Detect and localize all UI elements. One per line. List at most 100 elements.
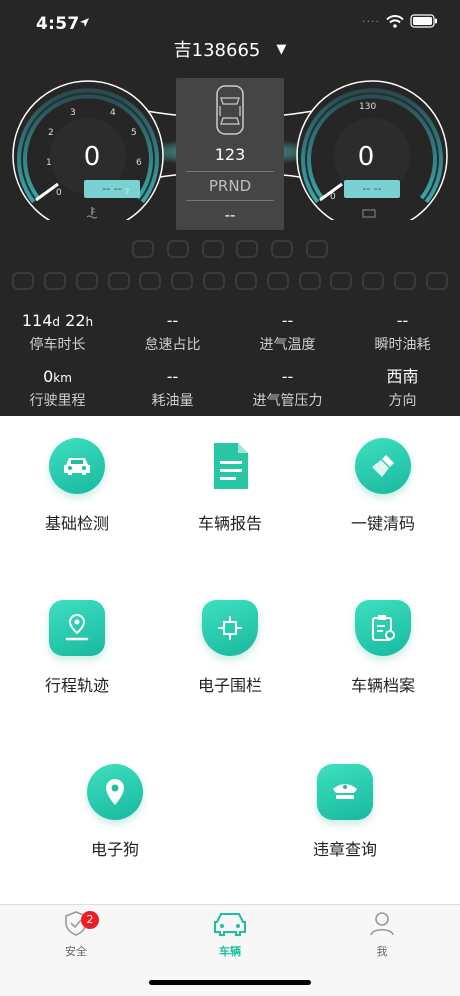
- signal-dots: ····: [362, 14, 380, 28]
- vehicle-selector[interactable]: 吉138665 ▼: [0, 36, 460, 62]
- tick-label: 4: [110, 108, 116, 118]
- tab-me[interactable]: 我: [337, 909, 427, 959]
- feature-trip-track[interactable]: 行程轨迹: [7, 600, 147, 696]
- stat-value: --: [166, 311, 179, 330]
- feature-basic-inspection[interactable]: 基础检测: [7, 438, 147, 534]
- wifi-icon: [386, 14, 404, 28]
- feature-label: 基础检测: [44, 514, 109, 533]
- battery-icon: [410, 14, 437, 28]
- battery-warning-icon: [362, 209, 376, 218]
- tick-label: 6: [136, 158, 142, 168]
- warning-light-icon: [305, 240, 328, 258]
- warning-light-icon: [298, 272, 321, 290]
- warning-light-icon: [171, 272, 194, 290]
- stat-parking-duration: 114d 22h 停车时长: [0, 310, 115, 354]
- stat-value: --: [281, 367, 294, 386]
- brush-icon: [355, 438, 411, 494]
- feature-speed-camera[interactable]: 电子狗: [45, 764, 185, 860]
- speed-gauge-bar: -- --: [84, 180, 140, 198]
- warning-light-icon: [43, 272, 66, 290]
- warning-light-icon: [234, 272, 257, 290]
- police-cap-icon: [317, 764, 373, 820]
- feature-label: 行程轨迹: [44, 676, 109, 695]
- stat-idle-ratio: -- 怠速占比: [115, 310, 230, 354]
- document-icon: [202, 438, 258, 494]
- plate-number: 吉138665: [173, 40, 261, 61]
- center-info-panel: 123 PRND --: [176, 78, 284, 230]
- center-speed-value: 123: [214, 145, 246, 164]
- warning-light-icon: [394, 272, 417, 290]
- stat-value: --: [166, 367, 179, 386]
- stat-label: 行驶里程: [29, 393, 86, 409]
- feature-violation-query[interactable]: 违章查询: [275, 764, 415, 860]
- tab-security[interactable]: 2 安全: [31, 909, 121, 959]
- stat-label: 进气管压力: [252, 393, 323, 409]
- divider: [186, 200, 274, 201]
- stat-direction: 西南 方向: [345, 366, 460, 410]
- feature-geo-fence[interactable]: 电子围栏: [160, 600, 300, 696]
- speed-gauge-value: 0: [83, 142, 101, 172]
- dashboard-panel: 4:57 ···· 吉138665 ▼ 0 -- -- 0 1 2 3 4 5 …: [0, 0, 460, 416]
- feature-label: 车辆报告: [197, 514, 262, 533]
- stat-unit: km: [53, 371, 72, 385]
- user-icon: [370, 912, 394, 936]
- tick-label: 1: [46, 158, 52, 168]
- center-extra-value: --: [224, 206, 236, 224]
- warning-light-icon: [12, 272, 34, 290]
- fence-icon: [202, 600, 258, 656]
- dropdown-caret-icon: ▼: [276, 41, 287, 57]
- location-arrow-icon: [80, 18, 89, 27]
- feature-vehicle-archive[interactable]: 车辆档案: [313, 600, 453, 696]
- coolant-temp-icon: [86, 207, 98, 219]
- feature-label: 违章查询: [312, 840, 377, 859]
- feature-label: 电子围栏: [197, 676, 262, 695]
- warning-light-icon: [107, 272, 130, 290]
- stat-mileage: 0km 行驶里程: [0, 366, 115, 410]
- divider: [186, 171, 274, 172]
- tab-label: 车辆: [219, 945, 241, 958]
- tick-label: 7: [124, 188, 130, 198]
- warning-light-icon: [166, 240, 189, 258]
- tick-label: 0: [330, 192, 336, 202]
- location-pin-icon: [87, 764, 143, 820]
- tick-label: 3: [70, 108, 76, 118]
- warning-light-icon: [132, 240, 154, 258]
- stat-fuel-consumption: -- 耗油量: [115, 366, 230, 410]
- car-top-view-icon: [216, 85, 244, 135]
- rpm-gauge-value: 0: [357, 142, 375, 172]
- stat-label: 方向: [388, 393, 417, 409]
- warning-light-icon: [139, 272, 162, 290]
- clipboard-icon: [355, 600, 411, 656]
- warning-light-icon: [425, 272, 448, 290]
- tab-vehicle[interactable]: 车辆: [185, 909, 275, 959]
- stat-intake-pressure: -- 进气管压力: [230, 366, 345, 410]
- stat-value: 22: [60, 311, 86, 330]
- warning-light-icon: [362, 272, 385, 290]
- gear-indicator: PRND: [208, 177, 252, 195]
- status-time: 4:57: [36, 14, 80, 34]
- warning-light-icon: [201, 240, 224, 258]
- tab-label: 安全: [65, 945, 87, 958]
- stat-instant-fuel: -- 瞬时油耗: [345, 310, 460, 354]
- stat-unit: d: [52, 315, 61, 329]
- tab-label: 我: [376, 945, 388, 958]
- stat-label: 耗油量: [151, 393, 194, 409]
- warning-light-icon: [75, 272, 98, 290]
- feature-label: 车辆档案: [350, 676, 415, 695]
- stat-value: --: [281, 311, 294, 330]
- warning-light-icon: [330, 272, 353, 290]
- feature-vehicle-report[interactable]: 车辆报告: [160, 438, 300, 534]
- tick-label: 2: [48, 128, 54, 138]
- car-icon: [49, 438, 105, 494]
- stat-label: 怠速占比: [144, 337, 201, 353]
- home-indicator: [149, 980, 311, 985]
- tick-label: 0: [56, 188, 62, 198]
- car-icon: [214, 913, 246, 936]
- route-icon: [49, 600, 105, 656]
- stat-value: 114: [21, 311, 53, 330]
- feature-label: 电子狗: [90, 840, 139, 859]
- feature-clear-codes[interactable]: 一键清码: [313, 438, 453, 534]
- tick-label: 130: [359, 102, 377, 112]
- tick-label: 5: [131, 128, 137, 138]
- rpm-gauge-bar: -- --: [344, 180, 400, 198]
